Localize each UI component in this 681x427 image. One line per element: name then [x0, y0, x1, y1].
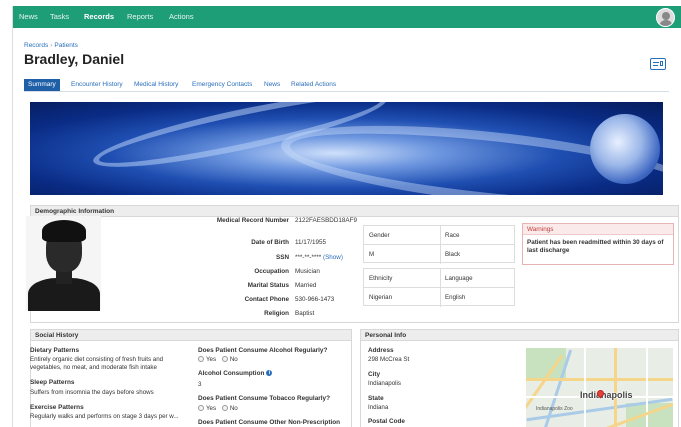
exercise-patterns-text: Regularly walks and performs on stage 3 …: [30, 413, 179, 420]
tab-related-actions[interactable]: Related Actions: [291, 79, 336, 91]
religion-label: Religion: [264, 310, 289, 317]
tab-summary[interactable]: Summary: [24, 79, 60, 91]
ethnicity-header: Ethnicity: [369, 275, 393, 282]
contact-phone-label: Contact Phone: [244, 296, 289, 303]
record-tabs: Summary Encounter History Medical Histor…: [24, 79, 669, 91]
alcohol-radio-group: Yes No: [198, 356, 238, 364]
patient-photo: [26, 216, 101, 311]
sleep-patterns-text: Suffers from insomnia the days before sh…: [30, 389, 154, 396]
dob-value: 11/17/1955: [295, 239, 327, 246]
hero-banner-image: [30, 102, 663, 195]
language-value: English: [445, 294, 466, 301]
dietary-patterns-text: Entirely organic diet consisting of fres…: [30, 356, 164, 371]
sleep-patterns-label: Sleep Patterns: [30, 379, 75, 386]
occupation-value: Musician: [295, 268, 320, 275]
demographic-panel-header: Demographic Information: [31, 206, 678, 217]
ssn-value: ***-**-**** (Show): [295, 254, 343, 261]
alcohol-yes-label: Yes: [206, 356, 217, 363]
warnings-text: Patient has been readmitted within 30 da…: [527, 239, 664, 254]
gender-race-table: Gender Race M Black: [363, 225, 515, 264]
ethnicity-value: Nigerian: [369, 294, 393, 301]
tobacco-radio-group: Yes No: [198, 405, 238, 413]
tab-medical-history[interactable]: Medical History: [134, 79, 178, 91]
exercise-patterns-label: Exercise Patterns: [30, 404, 84, 411]
nav-records[interactable]: Records: [84, 6, 114, 28]
gender-header: Gender: [369, 232, 390, 239]
warnings-box: Warnings Patient has been readmitted wit…: [522, 223, 674, 265]
postal-code-label: Postal Code: [368, 418, 405, 425]
other-drugs-question: Does Patient Consume Other Non-Prescript…: [198, 419, 341, 426]
tab-news[interactable]: News: [264, 79, 280, 91]
state-value: Indiana: [368, 404, 389, 411]
occupation-label: Occupation: [254, 268, 289, 275]
alcohol-no-label: No: [229, 356, 238, 363]
race-value: Black: [445, 251, 461, 258]
mrn-label: Medical Record Number: [216, 217, 289, 224]
alcohol-question: Does Patient Consume Alcohol Regularly?: [198, 347, 328, 354]
ssn-show-link[interactable]: (Show): [323, 254, 343, 261]
marital-status-label: Marital Status: [247, 282, 289, 289]
dietary-patterns-label: Dietary Patterns: [30, 347, 80, 354]
language-header: Language: [445, 275, 473, 282]
address-map[interactable]: Indianapolis Indianapolis Zoo: [526, 348, 673, 427]
personal-info-header: Personal Info: [361, 330, 678, 341]
gender-value: M: [369, 251, 375, 258]
nav-tasks[interactable]: Tasks: [50, 6, 69, 28]
mrn-value: 2122FAESBDD18AF9: [295, 217, 357, 224]
tab-encounter-history[interactable]: Encounter History: [71, 79, 123, 91]
info-icon[interactable]: i: [266, 370, 273, 377]
city-value: Indianapolis: [368, 380, 402, 387]
warnings-title: Warnings: [523, 224, 673, 235]
nav-reports[interactable]: Reports: [127, 6, 153, 28]
contact-phone-value: 530-966-1473: [295, 296, 335, 303]
religion-value: Baptist: [295, 310, 315, 317]
ssn-label: SSN: [276, 254, 289, 261]
alcohol-consumption-value: 3: [198, 381, 202, 388]
alcohol-no-radio[interactable]: [221, 356, 228, 363]
social-history-header: Social History: [31, 330, 351, 341]
top-navigation-bar: News Tasks Records Reports Actions: [13, 6, 681, 28]
address-label: Address: [368, 347, 394, 354]
tobacco-yes-label: Yes: [206, 405, 217, 412]
user-avatar[interactable]: [656, 8, 675, 27]
tobacco-no-radio[interactable]: [221, 405, 228, 412]
tab-emergency-contacts[interactable]: Emergency Contacts: [192, 79, 252, 91]
page-title: Bradley, Daniel: [24, 51, 125, 67]
breadcrumb-patients[interactable]: Patients: [54, 42, 78, 49]
breadcrumb: Records › Patients: [24, 42, 78, 49]
app-window: News Tasks Records Reports Actions Recor…: [12, 6, 681, 427]
alcohol-consumption-label: Alcohol Consumption i: [198, 370, 273, 377]
state-label: State: [368, 395, 384, 402]
race-header: Race: [445, 232, 460, 239]
marital-status-value: Married: [295, 282, 317, 289]
map-zoo-label: Indianapolis Zoo: [536, 406, 573, 412]
tobacco-question: Does Patient Consume Tobacco Regularly?: [198, 395, 330, 402]
tabs-divider: [24, 91, 669, 92]
nav-actions[interactable]: Actions: [169, 6, 194, 28]
tobacco-yes-radio[interactable]: [198, 405, 204, 412]
ethnicity-language-table: Ethnicity Language Nigerian English: [363, 268, 515, 307]
dob-label: Date of Birth: [251, 239, 289, 246]
tobacco-no-label: No: [229, 405, 238, 412]
breadcrumb-records[interactable]: Records: [24, 42, 48, 49]
nav-news[interactable]: News: [19, 6, 38, 28]
address-value: 298 McCrea St: [368, 356, 410, 363]
id-card-icon[interactable]: [650, 58, 666, 70]
alcohol-yes-radio[interactable]: [198, 356, 204, 363]
map-city-label: Indianapolis: [580, 390, 633, 400]
city-label: City: [368, 371, 381, 378]
